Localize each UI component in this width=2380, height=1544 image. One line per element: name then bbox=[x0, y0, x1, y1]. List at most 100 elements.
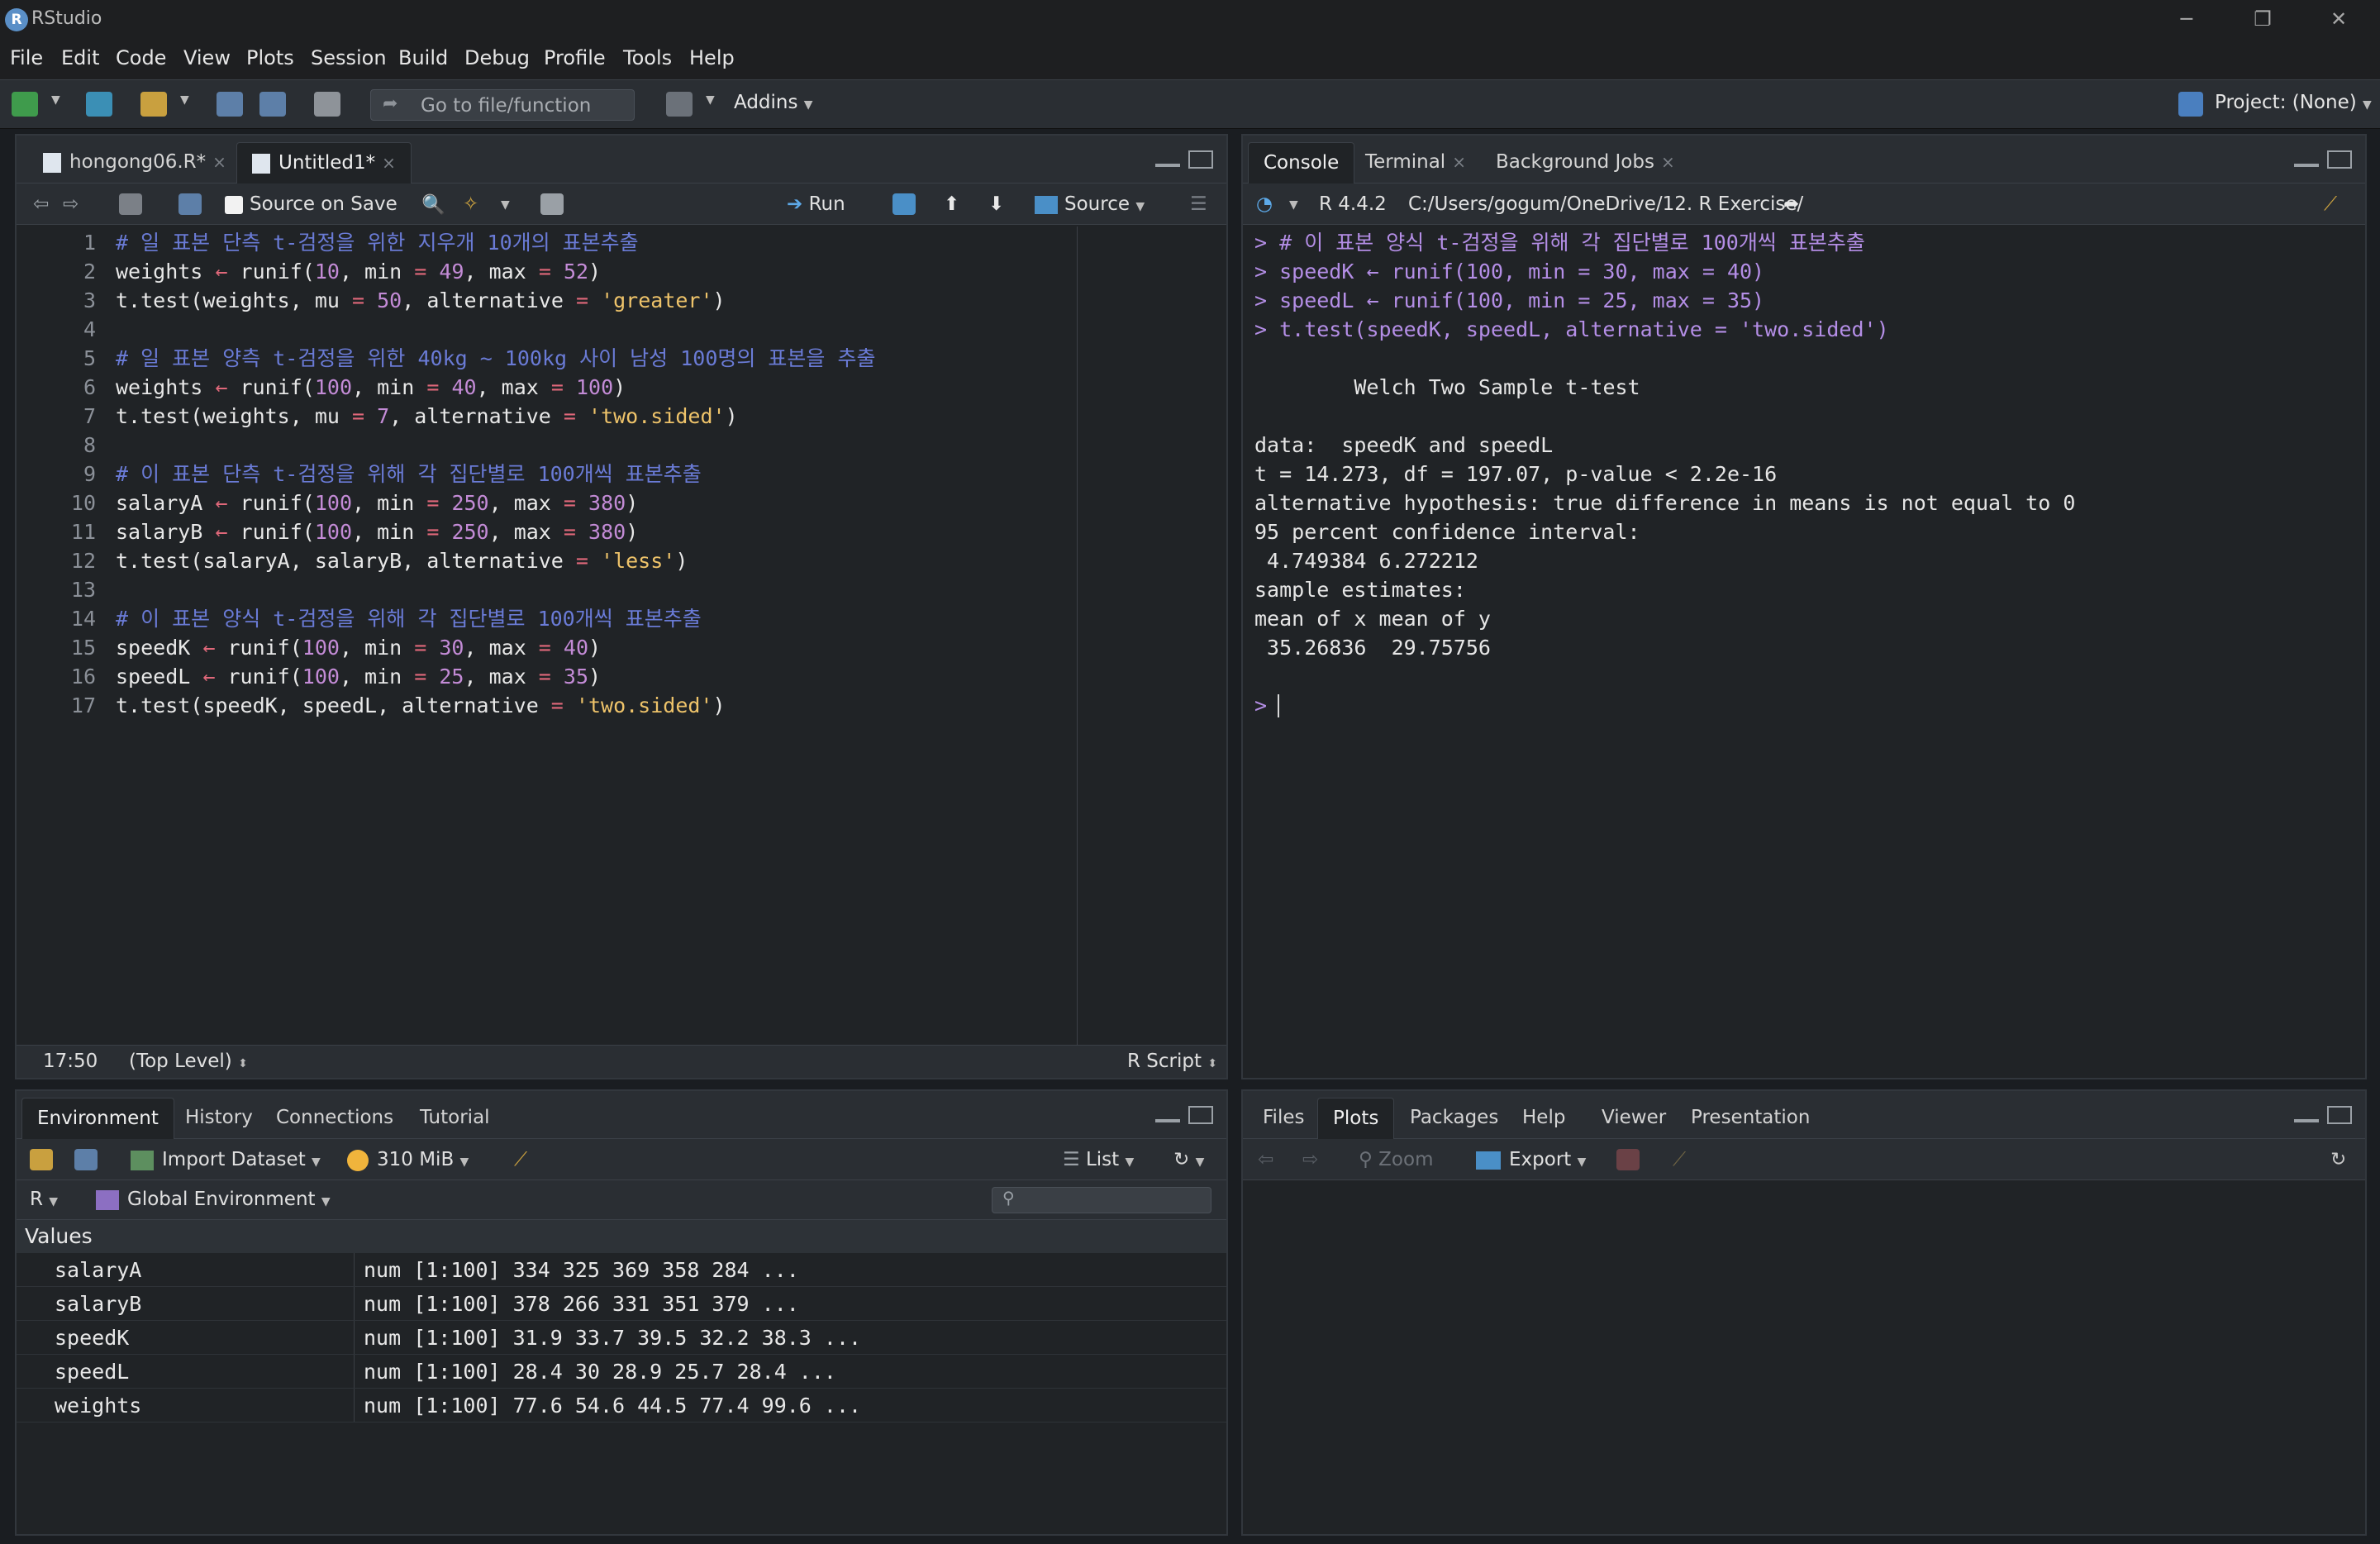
zoom-button[interactable]: ⚲ Zoom bbox=[1359, 1149, 1433, 1170]
source-on-save-checkbox[interactable]: Source on Save bbox=[225, 193, 397, 215]
run-button[interactable]: ➔ Run bbox=[787, 193, 845, 215]
goto-file-function-input[interactable]: ➦ Go to file/function bbox=[370, 89, 635, 121]
tab-terminal[interactable]: Terminal × bbox=[1350, 142, 1481, 183]
search-icon[interactable]: 🔍 bbox=[421, 193, 445, 216]
filetype-selector[interactable]: R Script ⬍ bbox=[1127, 1051, 1217, 1072]
tab-background-jobs[interactable]: Background Jobs × bbox=[1481, 142, 1690, 183]
close-tab-icon[interactable]: × bbox=[1452, 152, 1466, 172]
tab-tutorial[interactable]: Tutorial bbox=[405, 1098, 505, 1139]
language-selector[interactable]: R ▼ bbox=[30, 1189, 58, 1210]
forward-arrow-icon[interactable]: ⇨ bbox=[63, 193, 79, 215]
maximize-pane-icon[interactable] bbox=[1188, 150, 1213, 169]
remove-plot-icon[interactable] bbox=[1616, 1149, 1640, 1170]
go-up-icon[interactable]: ⬆ bbox=[944, 193, 959, 215]
minimize-pane-icon[interactable] bbox=[1155, 1116, 1180, 1122]
menu-tools[interactable]: Tools bbox=[623, 46, 672, 69]
close-tab-icon[interactable]: × bbox=[1661, 152, 1675, 172]
go-down-icon[interactable]: ⬇ bbox=[988, 193, 1004, 215]
env-value-row[interactable]: speedK num [1:100] 31.9 33.7 39.5 32.2 38… bbox=[17, 1321, 1226, 1355]
source-button[interactable]: Source ▼ bbox=[1035, 193, 1145, 215]
tab-hongong06[interactable]: hongong06.R* × bbox=[28, 142, 241, 183]
close-window-button[interactable]: ✕ bbox=[2314, 3, 2363, 35]
load-workspace-icon[interactable] bbox=[30, 1149, 53, 1170]
addins-menu[interactable]: Addins ▼ bbox=[734, 92, 813, 113]
tab-packages[interactable]: Packages bbox=[1395, 1098, 1513, 1139]
project-menu[interactable]: Project: (None) ▼ bbox=[2215, 92, 2372, 113]
new-project-icon[interactable] bbox=[86, 92, 112, 117]
go-to-directory-icon[interactable]: ➦ bbox=[1783, 193, 1799, 215]
save-icon[interactable] bbox=[217, 92, 243, 117]
env-search-input[interactable]: ⚲ bbox=[992, 1187, 1211, 1213]
tab-console[interactable]: Console bbox=[1248, 142, 1355, 183]
menu-edit[interactable]: Edit bbox=[61, 46, 99, 69]
view-mode-selector[interactable]: ☰ List ▼ bbox=[1063, 1149, 1134, 1170]
show-in-window-icon[interactable] bbox=[119, 193, 142, 215]
tab-environment[interactable]: Environment bbox=[21, 1098, 174, 1139]
minimize-pane-icon[interactable] bbox=[2294, 160, 2319, 167]
back-arrow-icon[interactable]: ⇦ bbox=[33, 193, 49, 215]
tab-help[interactable]: Help bbox=[1507, 1098, 1580, 1139]
tab-files[interactable]: Files bbox=[1248, 1098, 1319, 1139]
menu-session[interactable]: Session bbox=[311, 46, 387, 69]
restore-button[interactable]: ❐ bbox=[2238, 3, 2287, 35]
menu-build[interactable]: Build bbox=[398, 46, 448, 69]
env-value-row[interactable]: salaryB num [1:100] 378 266 331 351 379 .… bbox=[17, 1287, 1226, 1321]
tab-connections[interactable]: Connections bbox=[261, 1098, 408, 1139]
console-output[interactable]: > # 이 표본 양식 t-검정을 위해 각 집단별로 100개씩 표본추출 > … bbox=[1243, 226, 2365, 1078]
environment-pane: Environment History Connections Tutorial… bbox=[15, 1089, 1228, 1536]
minimize-pane-icon[interactable] bbox=[1155, 160, 1180, 167]
refresh-icon[interactable]: ↻ ▼ bbox=[1173, 1149, 1204, 1170]
export-button[interactable]: Export ▼ bbox=[1476, 1149, 1586, 1170]
tab-untitled1[interactable]: Untitled1* × bbox=[236, 142, 412, 183]
chevron-down-icon[interactable]: ▼ bbox=[706, 93, 715, 107]
menu-help[interactable]: Help bbox=[689, 46, 735, 69]
minimize-button[interactable]: ─ bbox=[2162, 3, 2211, 35]
clear-console-broom-icon[interactable]: ⟋ bbox=[2324, 193, 2337, 215]
menu-plots[interactable]: Plots bbox=[246, 46, 294, 69]
rerun-icon[interactable] bbox=[892, 193, 916, 215]
tab-presentation[interactable]: Presentation bbox=[1676, 1098, 1825, 1139]
environment-scope-selector[interactable]: Global Environment ▼ bbox=[96, 1189, 331, 1210]
close-tab-icon[interactable]: × bbox=[212, 152, 226, 172]
open-file-icon[interactable] bbox=[140, 92, 167, 117]
memory-usage[interactable]: 310 MiB ▼ bbox=[347, 1149, 469, 1171]
env-value-row[interactable]: speedL num [1:100] 28.4 30 28.9 25.7 28.4… bbox=[17, 1355, 1226, 1389]
next-plot-icon[interactable]: ⇨ bbox=[1302, 1149, 1318, 1170]
previous-plot-icon[interactable]: ⇦ bbox=[1258, 1149, 1273, 1170]
save-workspace-icon[interactable] bbox=[74, 1149, 98, 1170]
workspace-panes-icon[interactable] bbox=[666, 92, 693, 117]
menu-profile[interactable]: Profile bbox=[544, 46, 606, 69]
line-number: 2 bbox=[83, 260, 96, 284]
menu-file[interactable]: File bbox=[10, 46, 43, 69]
code-editor[interactable]: 1 # 일 표본 단측 t-검정을 위한 지우개 10개의 표본추출 2 weight… bbox=[17, 226, 1226, 1045]
clear-plots-broom-icon[interactable]: ⟋ bbox=[1673, 1149, 1686, 1170]
print-icon[interactable] bbox=[314, 92, 340, 117]
minimize-pane-icon[interactable] bbox=[2294, 1116, 2319, 1122]
env-value-row[interactable]: salaryA num [1:100] 334 325 369 358 284 .… bbox=[17, 1253, 1226, 1287]
save-all-icon[interactable] bbox=[259, 92, 286, 117]
menu-code[interactable]: Code bbox=[116, 46, 166, 69]
menu-view[interactable]: View bbox=[183, 46, 231, 69]
document-outline-icon[interactable]: ☰ bbox=[1190, 193, 1207, 215]
chevron-down-icon[interactable]: ▼ bbox=[1289, 198, 1298, 212]
chevron-down-icon[interactable]: ▼ bbox=[501, 198, 510, 212]
scope-selector[interactable]: (Top Level) ⬍ bbox=[129, 1051, 248, 1072]
save-icon[interactable] bbox=[178, 193, 202, 215]
import-dataset-button[interactable]: Import Dataset ▼ bbox=[131, 1149, 321, 1170]
env-value-row[interactable]: weights num [1:100] 77.6 54.6 44.5 77.4 9… bbox=[17, 1389, 1226, 1422]
tab-viewer[interactable]: Viewer bbox=[1587, 1098, 1681, 1139]
compile-report-icon[interactable] bbox=[540, 193, 564, 215]
chevron-down-icon[interactable]: ▼ bbox=[51, 93, 60, 107]
new-file-icon[interactable] bbox=[12, 92, 38, 117]
chevron-down-icon[interactable]: ▼ bbox=[180, 93, 189, 107]
maximize-pane-icon[interactable] bbox=[2327, 1106, 2352, 1124]
refresh-icon[interactable]: ↻ bbox=[2330, 1149, 2346, 1170]
menu-debug[interactable]: Debug bbox=[464, 46, 530, 69]
close-tab-icon[interactable]: × bbox=[382, 153, 396, 173]
maximize-pane-icon[interactable] bbox=[1188, 1106, 1213, 1124]
clear-environment-broom-icon[interactable]: ⟋ bbox=[514, 1149, 527, 1170]
code-tools-wand-icon[interactable]: ✧ bbox=[463, 193, 478, 215]
tab-history[interactable]: History bbox=[170, 1098, 268, 1139]
maximize-pane-icon[interactable] bbox=[2327, 150, 2352, 169]
tab-plots[interactable]: Plots bbox=[1317, 1098, 1395, 1139]
